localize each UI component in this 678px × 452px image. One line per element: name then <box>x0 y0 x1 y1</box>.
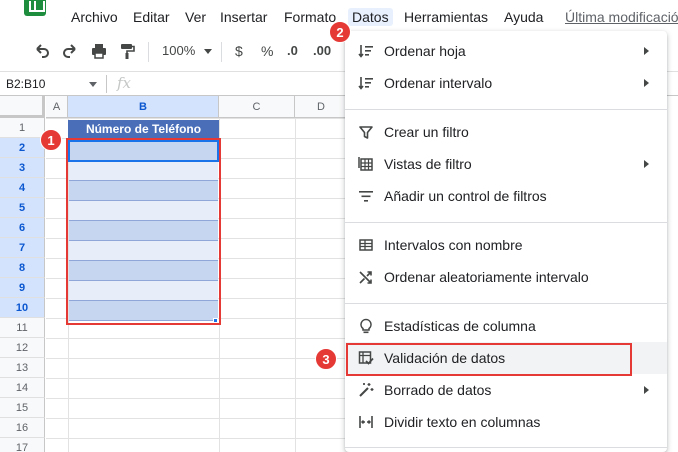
selection-highlight-box <box>66 138 221 325</box>
menu-item-label: Dividir texto en columnas <box>384 414 541 430</box>
row-header-17[interactable]: 17 <box>0 438 45 452</box>
step-badge-1: 1 <box>40 129 62 151</box>
row-header-6[interactable]: 6 <box>0 218 45 238</box>
name-box-dropdown-icon[interactable] <box>89 82 97 87</box>
currency-format-button[interactable]: $ <box>235 42 243 60</box>
column-header-c[interactable]: C <box>219 96 295 118</box>
submenu-arrow-icon <box>644 160 649 168</box>
row-header-5[interactable]: 5 <box>0 198 45 218</box>
row-header-1[interactable]: 1 <box>0 118 45 138</box>
named-ranges-icon <box>357 236 375 254</box>
sheets-logo-icon[interactable] <box>24 0 46 16</box>
zoom-dropdown-icon[interactable] <box>204 49 212 54</box>
menu-separator <box>345 303 667 304</box>
menu-item-ordenar-hoja[interactable]: Ordenar hoja <box>345 35 667 67</box>
menu-ver[interactable]: Ver <box>185 8 206 26</box>
row-header-13[interactable]: 13 <box>0 358 45 378</box>
menu-datos[interactable]: Datos <box>348 8 393 26</box>
row-header-16[interactable]: 16 <box>0 418 45 438</box>
paint-format-icon[interactable] <box>118 42 136 60</box>
slicer-icon <box>357 187 375 205</box>
menu-herramientas[interactable]: Herramientas <box>404 8 488 26</box>
row-header-2[interactable]: 2 <box>0 138 45 158</box>
menu-item-label: Estadísticas de columna <box>384 318 536 334</box>
submenu-arrow-icon <box>644 79 649 87</box>
toolbar-divider <box>221 42 222 62</box>
redo-icon[interactable] <box>61 42 79 60</box>
column-header-b[interactable]: B <box>68 96 219 118</box>
sort-icon <box>357 74 375 92</box>
column-header-a[interactable]: A <box>46 96 68 118</box>
data-menu-dropdown: Ordenar hoja Ordenar intervalo Crear un … <box>345 31 667 452</box>
validation-highlight-box <box>346 343 632 376</box>
row-header-12[interactable]: 12 <box>0 338 45 358</box>
submenu-arrow-icon <box>644 386 649 394</box>
menu-formato[interactable]: Formato <box>284 8 336 26</box>
menu-item-label: Intervalos con nombre <box>384 237 523 253</box>
row-header-10[interactable]: 10 <box>0 298 45 318</box>
menu-item-intervalos-nombre[interactable]: Intervalos con nombre <box>345 229 667 261</box>
last-modified-link[interactable]: Última modificación <box>565 8 678 26</box>
row-header-11[interactable]: 11 <box>0 318 45 338</box>
row-header-14[interactable]: 14 <box>0 378 45 398</box>
submenu-arrow-icon <box>644 47 649 55</box>
menu-item-label: Añadir un control de filtros <box>384 188 547 204</box>
menu-item-label: Ordenar aleatoriamente intervalo <box>384 269 589 285</box>
zoom-select[interactable]: 100% <box>162 42 195 60</box>
sort-icon <box>357 42 375 60</box>
menu-item-ordenar-intervalo[interactable]: Ordenar intervalo <box>345 67 667 99</box>
row-header-9[interactable]: 9 <box>0 278 45 298</box>
menu-item-label: Ordenar intervalo <box>384 75 493 91</box>
column-header-d[interactable]: D <box>295 96 347 118</box>
menu-archivo[interactable]: Archivo <box>71 8 118 26</box>
filter-icon <box>357 123 375 141</box>
cell-b1-header[interactable]: Número de Teléfono <box>68 120 219 139</box>
select-all-corner[interactable] <box>0 96 45 118</box>
row-header-15[interactable]: 15 <box>0 398 45 418</box>
menu-editar[interactable]: Editar <box>133 8 170 26</box>
undo-icon[interactable] <box>33 42 51 60</box>
filter-views-icon <box>357 155 375 173</box>
menu-item-control-filtros[interactable]: Añadir un control de filtros <box>345 180 667 212</box>
row-header-4[interactable]: 4 <box>0 178 45 198</box>
menu-item-dividir-texto[interactable]: Dividir texto en columnas <box>345 406 667 438</box>
row-header-3[interactable]: 3 <box>0 158 45 178</box>
formula-bar-divider <box>106 75 107 93</box>
step-badge-3: 3 <box>315 348 337 370</box>
row-header-7[interactable]: 7 <box>0 238 45 258</box>
name-box[interactable]: B2:B10 <box>6 76 45 92</box>
decrease-decimals-button[interactable]: .0 <box>287 42 298 60</box>
menu-item-label: Vistas de filtro <box>384 156 472 172</box>
shuffle-icon <box>357 268 375 286</box>
fx-icon: fx <box>117 74 132 92</box>
percent-format-button[interactable]: % <box>261 42 273 60</box>
toolbar-divider <box>148 42 149 62</box>
row-header-8[interactable]: 8 <box>0 258 45 278</box>
menu-separator <box>345 447 667 448</box>
lightbulb-icon <box>357 317 375 335</box>
menu-separator <box>345 222 667 223</box>
magic-wand-icon <box>357 381 375 399</box>
menu-ayuda[interactable]: Ayuda <box>504 8 543 26</box>
split-columns-icon <box>357 413 375 431</box>
menu-item-label: Borrado de datos <box>384 382 492 398</box>
menu-item-crear-filtro[interactable]: Crear un filtro <box>345 116 667 148</box>
menu-item-label: Ordenar hoja <box>384 43 466 59</box>
menu-item-borrado-datos[interactable]: Borrado de datos <box>345 374 667 406</box>
step-badge-2: 2 <box>329 21 351 43</box>
increase-decimals-button[interactable]: .00 <box>313 42 331 60</box>
menu-item-estadisticas[interactable]: Estadísticas de columna <box>345 310 667 342</box>
menu-insertar[interactable]: Insertar <box>220 8 267 26</box>
print-icon[interactable] <box>90 42 108 60</box>
menu-item-ordenar-aleatorio[interactable]: Ordenar aleatoriamente intervalo <box>345 261 667 293</box>
menu-separator <box>345 109 667 110</box>
menu-item-label: Crear un filtro <box>384 124 469 140</box>
menu-item-vistas-filtro[interactable]: Vistas de filtro <box>345 148 667 180</box>
gridline <box>295 118 296 452</box>
